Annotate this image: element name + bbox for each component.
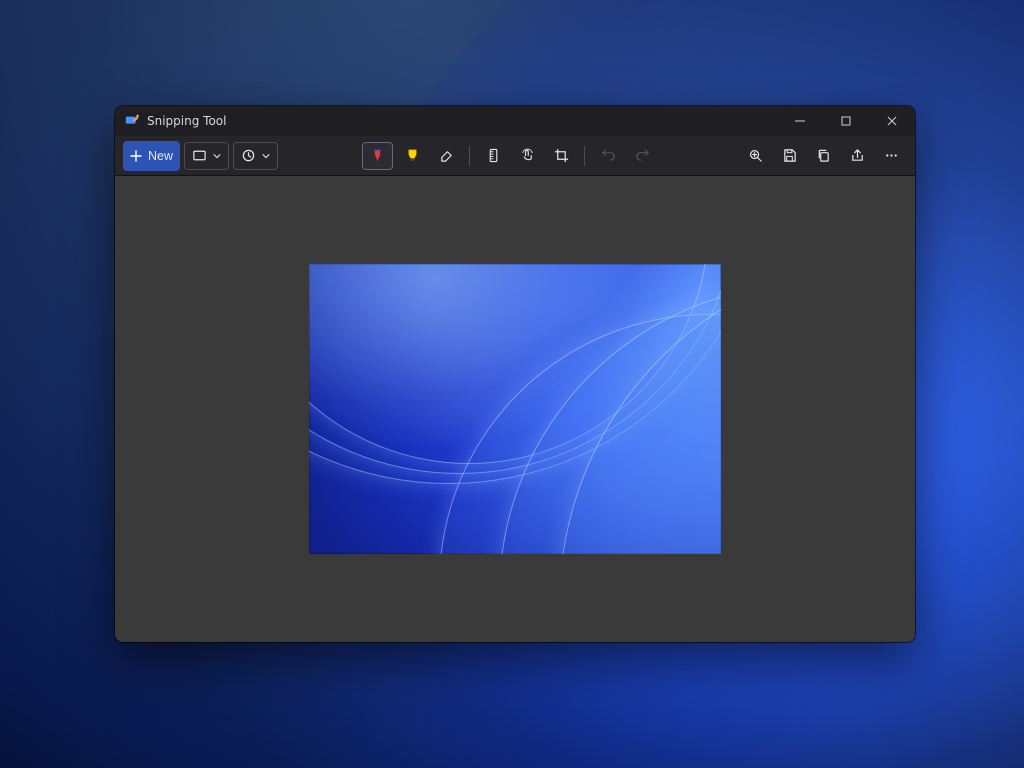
redo-icon <box>635 148 650 163</box>
clock-icon <box>241 148 256 163</box>
chevron-down-icon <box>262 152 270 160</box>
toolbar-right-group <box>741 141 907 171</box>
share-icon <box>850 148 865 163</box>
redo-button[interactable] <box>627 141 657 171</box>
toolbar-left-group: New <box>123 141 278 171</box>
zoom-icon <box>748 148 763 163</box>
new-snip-button[interactable]: New <box>123 141 180 171</box>
crop-icon <box>554 148 569 163</box>
captured-screenshot[interactable] <box>309 264 721 554</box>
rectangle-snip-icon <box>192 148 207 163</box>
chevron-down-icon <box>213 152 221 160</box>
new-label: New <box>148 149 173 163</box>
eraser-button[interactable] <box>431 141 461 171</box>
title-bar[interactable]: Snipping Tool <box>115 106 915 136</box>
share-button[interactable] <box>843 141 873 171</box>
minimize-button[interactable] <box>777 106 823 136</box>
close-button[interactable] <box>869 106 915 136</box>
snipping-tool-window: Snipping Tool New <box>115 106 915 642</box>
ballpoint-pen-icon <box>370 148 385 163</box>
crop-button[interactable] <box>546 141 576 171</box>
highlighter-button[interactable] <box>397 141 427 171</box>
more-button[interactable] <box>877 141 907 171</box>
undo-icon <box>601 148 616 163</box>
save-icon <box>782 148 797 163</box>
snip-mode-dropdown[interactable] <box>184 142 229 170</box>
eraser-icon <box>439 148 454 163</box>
touch-writing-button[interactable] <box>512 141 542 171</box>
toolbar-center-group <box>362 141 657 171</box>
undo-button[interactable] <box>593 141 623 171</box>
ruler-icon <box>486 148 501 163</box>
more-icon <box>884 148 899 163</box>
copy-button[interactable] <box>809 141 839 171</box>
app-title: Snipping Tool <box>147 114 226 128</box>
copy-icon <box>816 148 831 163</box>
app-icon <box>125 114 139 128</box>
zoom-button[interactable] <box>741 141 771 171</box>
toolbar-divider <box>469 146 470 166</box>
plus-icon <box>130 150 142 162</box>
delay-dropdown[interactable] <box>233 142 278 170</box>
save-button[interactable] <box>775 141 805 171</box>
toolbar: New <box>115 136 915 176</box>
toolbar-divider <box>584 146 585 166</box>
canvas-area[interactable] <box>115 176 915 642</box>
maximize-button[interactable] <box>823 106 869 136</box>
ruler-button[interactable] <box>478 141 508 171</box>
highlighter-icon <box>405 148 420 163</box>
ballpoint-pen-button[interactable] <box>362 142 393 170</box>
touch-writing-icon <box>520 148 535 163</box>
